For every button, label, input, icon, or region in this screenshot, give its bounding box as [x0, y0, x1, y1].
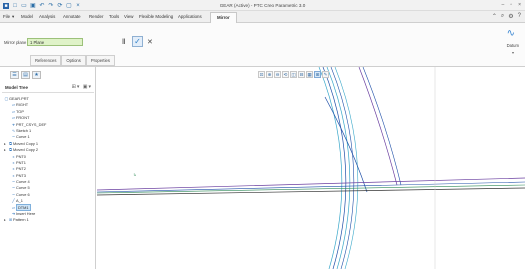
tree-item-label: FRONT — [16, 115, 30, 121]
tab-view[interactable]: View — [124, 14, 133, 19]
graphics-window[interactable]: ⊡ ⊕ ⊖ ⟲ ◫ ⊟ ▦ ⊞ ✎ ↳ — [97, 67, 525, 269]
search-icon[interactable]: ⌕ — [501, 13, 504, 20]
tab-model[interactable]: Model — [21, 14, 33, 19]
display-style-icon[interactable]: ◫ — [290, 71, 297, 78]
model-geometry — [97, 67, 525, 269]
tooth-curve-upper-3 — [362, 67, 402, 186]
mirror-plane-collector[interactable]: 1 Plane — [27, 38, 83, 46]
tab-references[interactable]: References — [30, 55, 62, 66]
coordinate-system-icon: ↳ — [133, 172, 137, 177]
close-icon[interactable]: × — [518, 2, 521, 8]
tree-item-label: Curve 1 — [16, 134, 30, 140]
tree-item-label: PNT2 — [16, 166, 26, 172]
ribbon-tabs: File ▾ Model Analysis Annotate Render Too… — [0, 11, 525, 23]
mirror-plane-label: Mirror plane — [4, 40, 27, 45]
tree-item-label: Pattern 1 — [13, 217, 29, 223]
tab-annotate[interactable]: Annotate — [63, 14, 81, 19]
tab-properties[interactable]: Properties — [85, 55, 115, 66]
model-tree: ▢GEAR.PRT ▱RIGHT ▱TOP ▱FRONT ⌖PRT_CSYS_DEF ∿S… — [4, 96, 94, 224]
settings-icon[interactable]: ⚙ — [508, 13, 513, 20]
cancel-button[interactable]: ✕ — [147, 38, 153, 46]
view-manager-icon[interactable]: ▦ — [306, 71, 313, 78]
restore-icon[interactable]: ▫ — [510, 2, 512, 8]
window-title: GEAR (Active) - PTC Creo Parametric 3.0 — [219, 3, 306, 8]
tree-item-label: PNT1 — [16, 159, 26, 165]
tree-item-label: Curve 4 — [16, 179, 30, 185]
datum-label[interactable]: Datum — [507, 43, 519, 48]
tree-item-label: Sketch 1 — [16, 127, 32, 133]
tree-item-label: Moved Copy 2 — [13, 147, 39, 153]
minimize-icon[interactable]: – — [502, 2, 505, 8]
pause-button[interactable]: ‖ — [122, 39, 126, 46]
tab-options[interactable]: Options — [61, 55, 86, 66]
tree-item-label: Curve 5 — [16, 185, 30, 191]
horizontal-line-mid — [97, 181, 525, 193]
navigator-tabs: ☰ ▤ ★ — [10, 71, 41, 79]
tab-tools[interactable]: Tools — [109, 14, 119, 19]
tree-item-label: PRT_CSYS_DEF — [16, 121, 47, 127]
gear-arc-2 — [326, 67, 351, 269]
ok-button[interactable]: ✓ — [132, 36, 143, 47]
tab-analysis[interactable]: Analysis — [39, 14, 55, 19]
model-tree-title: Model Tree — [5, 85, 28, 90]
gear-arc-3 — [330, 67, 355, 269]
model-tree-header: Model Tree ⊞▾ ▣▾ — [2, 83, 94, 93]
tree-settings-icon[interactable]: ⊞▾ ▣▾ — [72, 84, 92, 90]
tab-mirror[interactable]: Mirror — [210, 12, 237, 23]
tree-item-label: A_1 — [16, 198, 23, 204]
title-bar: ■ □ ▭ ▣ ↶ ↷ ⟳ ▢ × GEAR (Active) - PTC Cr… — [0, 0, 525, 11]
annotation-display-icon[interactable]: ✎ — [322, 71, 329, 78]
refit-icon[interactable]: ⊡ — [258, 71, 265, 78]
tab-render[interactable]: Render — [89, 14, 103, 19]
tab-flexible-modeling[interactable]: Flexible Modeling — [139, 14, 173, 19]
tree-item[interactable]: ▸ ⊞Pattern 1 — [4, 217, 94, 223]
horizontal-line-top — [97, 177, 525, 191]
tree-item-label: PNT0 — [16, 153, 26, 159]
view-toolbar: ⊡ ⊕ ⊖ ⟲ ◫ ⊟ ▦ ⊞ ✎ — [258, 71, 329, 78]
tab-applications[interactable]: Applications — [178, 14, 202, 19]
tree-item-label: PNT3 — [16, 172, 26, 178]
zoom-in-icon[interactable]: ⊕ — [266, 71, 273, 78]
expand-icon[interactable]: ▸ — [4, 217, 6, 223]
dashboard-subtabs: References Options Properties — [30, 55, 115, 66]
tab-file-arrow-icon[interactable]: ▾ — [12, 14, 14, 20]
tree-item-label: Curve 6 — [16, 191, 30, 197]
favorites-tab-icon[interactable]: ★ — [32, 71, 41, 79]
datum-display-filters-icon[interactable]: ⊞ — [314, 71, 321, 78]
tree-item-label: Insert Here — [16, 211, 36, 217]
gear-arc-4 — [334, 67, 359, 269]
tree-item-label: TOP — [16, 108, 24, 114]
datum-dropdown-icon[interactable]: ▾ — [512, 50, 514, 55]
navigator-panel: ☰ ▤ ★ Model Tree ⊞▾ ▣▾ ▢GEAR.PRT ▱RIGHT ▱T… — [0, 67, 96, 269]
datum-icon[interactable]: ∿ — [507, 28, 515, 39]
model-tree-tab-icon[interactable]: ☰ — [10, 71, 19, 79]
tree-item-label: RIGHT — [16, 102, 29, 108]
repaint-icon[interactable]: ⟲ — [282, 71, 289, 78]
saved-orientations-icon[interactable]: ⊟ — [298, 71, 305, 78]
minimize-ribbon-icon[interactable]: ⌃ — [492, 13, 497, 20]
tree-item-label: DTM1 — [16, 203, 31, 211]
tab-file[interactable]: File — [3, 14, 10, 19]
help-icon[interactable]: ? — [518, 13, 521, 20]
tooth-curve-upper-2 — [358, 67, 398, 186]
window-controls: – ▫ × — [502, 2, 521, 8]
gear-arc-outer — [318, 67, 343, 269]
folder-browser-tab-icon[interactable]: ▤ — [21, 71, 30, 79]
help-controls: ⌃ ⌕ ⚙ ? — [492, 13, 521, 20]
tree-item-label: Moved Copy 1 — [13, 140, 39, 146]
zoom-out-icon[interactable]: ⊖ — [274, 71, 281, 78]
tree-item-label: GEAR.PRT — [9, 96, 29, 101]
mirror-dashboard: Mirror plane 1 Plane ‖ ✓ ✕ References Op… — [0, 23, 525, 67]
gear-arc-1 — [322, 67, 347, 269]
